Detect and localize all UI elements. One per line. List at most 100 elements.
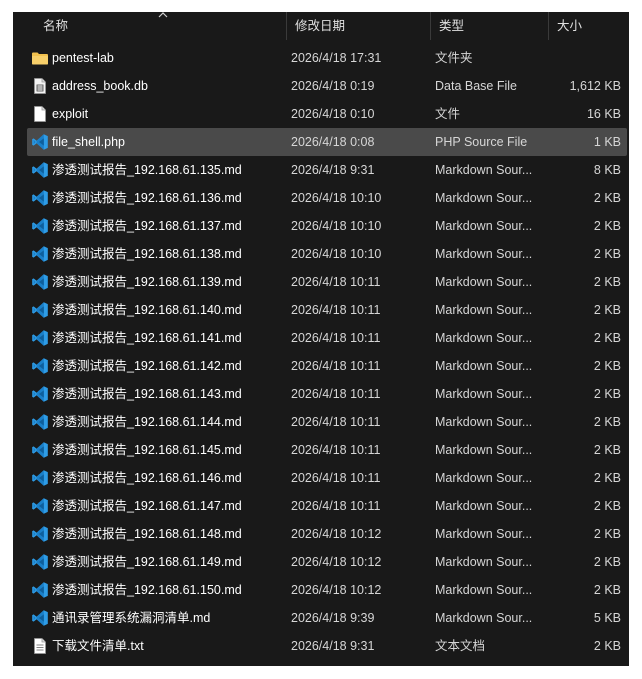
file-row[interactable]: pentest-lab 2026/4/18 17:31 文件夹 xyxy=(27,44,627,72)
file-row[interactable]: exploit 2026/4/18 0:10 文件 16 KB xyxy=(27,100,627,128)
file-row[interactable]: 渗透测试报告_192.168.61.143.md 2026/4/18 10:11 M… xyxy=(27,380,627,408)
vscode-icon xyxy=(31,273,49,291)
file-modified-date: 2026/4/18 10:11 xyxy=(291,471,381,485)
file-type: Markdown Sour... xyxy=(435,303,533,317)
file-modified-date: 2026/4/18 10:11 xyxy=(291,303,381,317)
vscode-icon xyxy=(31,217,49,235)
vscode-icon xyxy=(31,385,49,403)
file-row[interactable]: 渗透测试报告_192.168.61.145.md 2026/4/18 10:11 M… xyxy=(27,436,627,464)
file-modified-date: 2026/4/18 10:11 xyxy=(291,387,381,401)
file-size: 2 KB xyxy=(593,219,621,233)
column-header-type[interactable]: 类型 xyxy=(431,12,549,40)
file-name: 渗透测试报告_192.168.61.146.md xyxy=(52,471,242,485)
file-size: 2 KB xyxy=(593,387,621,401)
file-type: Markdown Sour... xyxy=(435,359,533,373)
file-type: Markdown Sour... xyxy=(435,331,533,345)
file-explorer-window: 名称 修改日期 类型 大小 pentest-lab 2026/4/18 17:31… xyxy=(13,12,629,666)
vscode-icon xyxy=(31,301,49,319)
folder-icon xyxy=(31,49,49,67)
file-name: 渗透测试报告_192.168.61.147.md xyxy=(52,499,242,513)
file-name: 渗透测试报告_192.168.61.149.md xyxy=(52,555,242,569)
file-type: Markdown Sour... xyxy=(435,443,533,457)
file-type: PHP Source File xyxy=(435,135,528,149)
vscode-icon xyxy=(31,469,49,487)
file-type: Markdown Sour... xyxy=(435,219,533,233)
file-modified-date: 2026/4/18 9:39 xyxy=(291,611,375,625)
vscode-icon xyxy=(31,553,49,571)
text-file-icon xyxy=(31,637,49,655)
file-row[interactable]: 渗透测试报告_192.168.61.144.md 2026/4/18 10:11 M… xyxy=(27,408,627,436)
vscode-icon xyxy=(31,161,49,179)
file-modified-date: 2026/4/18 10:10 xyxy=(291,247,382,261)
file-type: Markdown Sour... xyxy=(435,191,533,205)
vscode-icon xyxy=(31,441,49,459)
column-header-bar: 名称 修改日期 类型 大小 xyxy=(13,12,629,40)
file-row[interactable]: 渗透测试报告_192.168.61.138.md 2026/4/18 10:10 M… xyxy=(27,240,627,268)
file-type: Markdown Sour... xyxy=(435,583,533,597)
vscode-icon xyxy=(31,189,49,207)
column-header-date[interactable]: 修改日期 xyxy=(287,12,431,40)
file-row[interactable]: 渗透测试报告_192.168.61.147.md 2026/4/18 10:11 M… xyxy=(27,492,627,520)
file-modified-date: 2026/4/18 10:11 xyxy=(291,331,381,345)
file-row[interactable]: 渗透测试报告_192.168.61.139.md 2026/4/18 10:11 M… xyxy=(27,268,627,296)
file-name: address_book.db xyxy=(52,79,148,93)
file-type: Markdown Sour... xyxy=(435,387,533,401)
file-type: Markdown Sour... xyxy=(435,471,533,485)
file-row[interactable]: 渗透测试报告_192.168.61.141.md 2026/4/18 10:11 M… xyxy=(27,324,627,352)
file-type: Markdown Sour... xyxy=(435,247,533,261)
file-type: Markdown Sour... xyxy=(435,611,533,625)
file-size: 1 KB xyxy=(593,135,621,149)
file-type: Markdown Sour... xyxy=(435,499,533,513)
file-size: 5 KB xyxy=(593,611,621,625)
file-size: 2 KB xyxy=(593,191,621,205)
file-row[interactable]: file_shell.php 2026/4/18 0:08 PHP Source F… xyxy=(27,128,627,156)
vscode-icon xyxy=(31,497,49,515)
column-header-size[interactable]: 大小 xyxy=(549,12,629,40)
file-type: 文本文档 xyxy=(435,639,486,653)
file-modified-date: 2026/4/18 0:19 xyxy=(291,79,375,93)
file-row[interactable]: 渗透测试报告_192.168.61.142.md 2026/4/18 10:11 M… xyxy=(27,352,627,380)
vscode-icon xyxy=(31,329,49,347)
file-row[interactable]: 渗透测试报告_192.168.61.135.md 2026/4/18 9:31 Ma… xyxy=(27,156,627,184)
vscode-icon xyxy=(31,581,49,599)
file-type: Markdown Sour... xyxy=(435,555,533,569)
file-name: 渗透测试报告_192.168.61.137.md xyxy=(52,219,242,233)
file-row[interactable]: 渗透测试报告_192.168.61.146.md 2026/4/18 10:11 M… xyxy=(27,464,627,492)
file-name: exploit xyxy=(52,107,89,121)
file-name: pentest-lab xyxy=(52,51,114,65)
file-name: 渗透测试报告_192.168.61.144.md xyxy=(52,415,242,429)
file-name: 渗透测试报告_192.168.61.142.md xyxy=(52,359,242,373)
file-modified-date: 2026/4/18 10:12 xyxy=(291,527,382,541)
file-modified-date: 2026/4/18 10:11 xyxy=(291,275,381,289)
file-name: file_shell.php xyxy=(52,135,125,149)
file-modified-date: 2026/4/18 10:12 xyxy=(291,555,382,569)
file-row[interactable]: 通讯录管理系统漏洞清单.md 2026/4/18 9:39 Markdown Sou… xyxy=(27,604,627,632)
file-size: 2 KB xyxy=(593,583,621,597)
file-modified-date: 2026/4/18 9:31 xyxy=(291,639,375,653)
file-name: 通讯录管理系统漏洞清单.md xyxy=(52,611,211,625)
file-row[interactable]: 渗透测试报告_192.168.61.137.md 2026/4/18 10:10 M… xyxy=(27,212,627,240)
file-name: 渗透测试报告_192.168.61.145.md xyxy=(52,443,242,457)
file-row[interactable]: 下载文件清单.txt 2026/4/18 9:31 文本文档 2 KB xyxy=(27,632,627,660)
file-size: 2 KB xyxy=(593,415,621,429)
file-size: 16 KB xyxy=(586,107,621,121)
file-modified-date: 2026/4/18 10:10 xyxy=(291,219,382,233)
file-name: 渗透测试报告_192.168.61.150.md xyxy=(52,583,242,597)
file-type: Data Base File xyxy=(435,79,517,93)
file-name: 渗透测试报告_192.168.61.136.md xyxy=(52,191,242,205)
file-modified-date: 2026/4/18 9:31 xyxy=(291,163,375,177)
file-size: 2 KB xyxy=(593,275,621,289)
vscode-icon xyxy=(31,525,49,543)
file-row[interactable]: 渗透测试报告_192.168.61.140.md 2026/4/18 10:11 M… xyxy=(27,296,627,324)
column-header-name[interactable]: 名称 xyxy=(35,12,287,40)
file-row[interactable]: 渗透测试报告_192.168.61.148.md 2026/4/18 10:12 M… xyxy=(27,520,627,548)
file-row[interactable]: 渗透测试报告_192.168.61.149.md 2026/4/18 10:12 M… xyxy=(27,548,627,576)
file-name: 渗透测试报告_192.168.61.148.md xyxy=(52,527,242,541)
file-name: 渗透测试报告_192.168.61.141.md xyxy=(52,331,242,345)
file-row[interactable]: 渗透测试报告_192.168.61.136.md 2026/4/18 10:10 M… xyxy=(27,184,627,212)
file-row[interactable]: address_book.db 2026/4/18 0:19 Data Base F… xyxy=(27,72,627,100)
file-size: 1,612 KB xyxy=(569,79,621,93)
file-size: 2 KB xyxy=(593,527,621,541)
file-type: Markdown Sour... xyxy=(435,163,533,177)
file-row[interactable]: 渗透测试报告_192.168.61.150.md 2026/4/18 10:12 M… xyxy=(27,576,627,604)
